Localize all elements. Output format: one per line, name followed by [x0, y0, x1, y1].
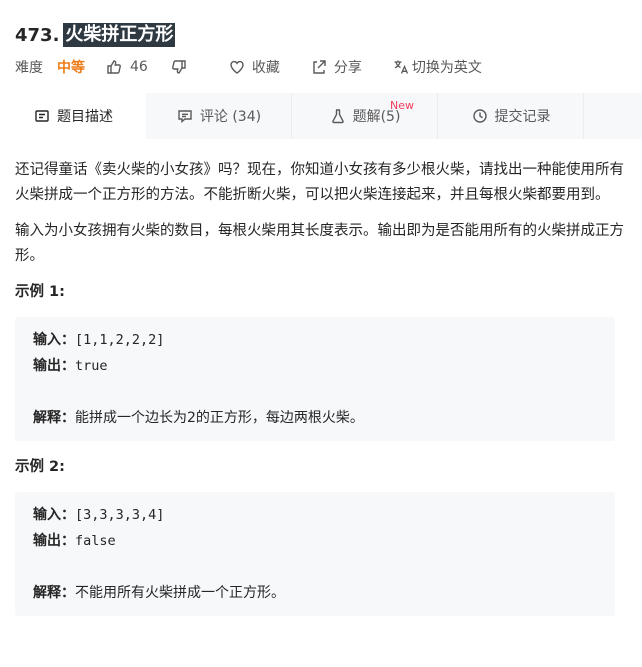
- explain-value: 能拼成一个边长为2的正方形，每边两根火柴。: [75, 410, 364, 426]
- description-paragraph-1: 还记得童话《卖火柴的小女孩》吗？现在，你知道小女孩有多少根火柴，请找出一种能使用…: [15, 162, 624, 203]
- translate-button[interactable]: 切换为英文: [392, 57, 482, 77]
- example-2-box: 输入：[3,3,3,3,4] 输出：false 解释：不能用所有火柴拼成一个正方…: [15, 492, 615, 616]
- clock-icon: [471, 107, 489, 125]
- input-value: [3,3,3,3,4]: [75, 507, 165, 523]
- difficulty-label: 难度: [15, 60, 43, 76]
- output-label: 输出：: [33, 533, 75, 549]
- example-1-title: 示例 1:: [15, 284, 65, 300]
- share-label: 分享: [333, 60, 362, 76]
- share-button[interactable]: 分享: [310, 57, 362, 77]
- problem-title-text: 火柴拼正方形: [63, 23, 176, 47]
- tab-description-label: 题目描述: [57, 109, 113, 125]
- problem-meta: 难度 中等 46 收藏 分享 切换为英文: [15, 56, 482, 78]
- input-label: 输入：: [33, 332, 75, 348]
- description-paragraph-2: 输入为小女孩拥有火柴的数目，每根火柴用其长度表示。输出即为是否能用所有的火柴拼成…: [15, 223, 624, 264]
- example-1-input: 输入：[1,1,2,2,2]: [33, 327, 597, 353]
- like-button[interactable]: 46: [105, 58, 148, 76]
- output-value: false: [75, 533, 116, 549]
- output-label: 输出：: [33, 358, 75, 374]
- explain-label: 解释：: [33, 410, 75, 426]
- like-count: 46: [130, 59, 148, 75]
- thumbs-down-icon: [170, 58, 188, 76]
- tab-comments-label: 评论 (34): [199, 109, 262, 125]
- example-2-explain: 解释：不能用所有火柴拼成一个正方形。: [33, 580, 597, 606]
- thumbs-up-icon: [105, 58, 123, 76]
- example-1-box: 输入：[1,1,2,2,2] 输出：true 解释：能拼成一个边长为2的正方形，…: [15, 317, 615, 441]
- tab-description[interactable]: 题目描述: [0, 93, 146, 139]
- explain-value: 不能用所有火柴拼成一个正方形。: [75, 585, 285, 601]
- tab-comments[interactable]: 评论 (34): [146, 93, 292, 139]
- share-icon: [310, 58, 328, 76]
- example-1-explain: 解释：能拼成一个边长为2的正方形，每边两根火柴。: [33, 405, 597, 431]
- collect-button[interactable]: 收藏: [228, 57, 280, 77]
- output-value: true: [75, 358, 108, 374]
- description-icon: [33, 107, 51, 125]
- example-1-output: 输出：true: [33, 353, 597, 379]
- input-value: [1,1,2,2,2]: [75, 332, 165, 348]
- tab-submissions-label: 提交记录: [494, 109, 551, 125]
- example-2-title: 示例 2:: [15, 459, 65, 475]
- problem-content: 还记得童话《卖火柴的小女孩》吗？现在，你知道小女孩有多少根火柴，请找出一种能使用…: [15, 158, 627, 616]
- collect-label: 收藏: [251, 60, 280, 76]
- comment-icon: [176, 107, 194, 125]
- tab-solutions[interactable]: 题解(5) New: [292, 93, 438, 139]
- example-2-output: 输出：false: [33, 528, 597, 554]
- difficulty-value: 中等: [57, 60, 85, 76]
- dislike-button[interactable]: [170, 58, 188, 76]
- heart-icon: [228, 58, 246, 76]
- translate-label: 切换为英文: [411, 60, 482, 76]
- problem-number: 473.: [15, 24, 60, 46]
- explain-label: 解释：: [33, 585, 75, 601]
- tab-submissions[interactable]: 提交记录: [438, 93, 584, 139]
- translate-icon: [392, 58, 410, 76]
- problem-title: 473. 火柴拼正方形: [15, 22, 176, 48]
- new-badge: New: [390, 99, 414, 112]
- example-2-input: 输入：[3,3,3,3,4]: [33, 502, 597, 528]
- problem-tabs: 题目描述 评论 (34) 题解(5) New 提交记录: [0, 93, 642, 139]
- input-label: 输入：: [33, 507, 75, 523]
- flask-icon: [329, 107, 347, 125]
